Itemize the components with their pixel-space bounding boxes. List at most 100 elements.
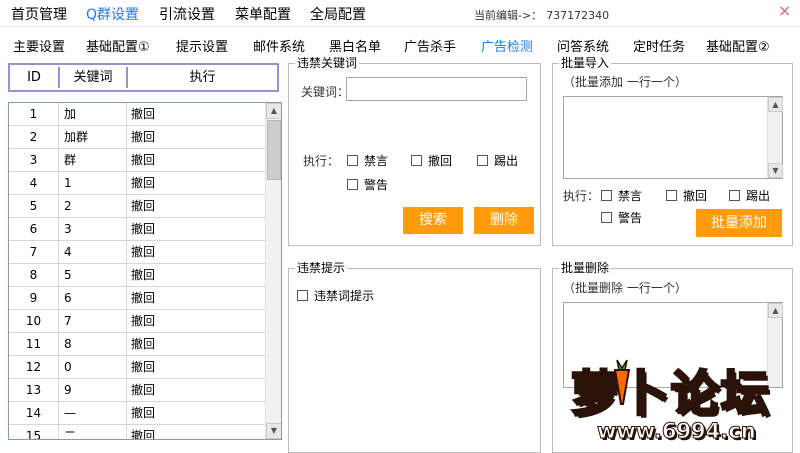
top-menu-menu-config[interactable]: 菜单配置 (235, 4, 291, 24)
row-action: 撤回 (131, 107, 156, 121)
row-action: 撤回 (131, 245, 156, 259)
keyword-action-label: 执行： (303, 154, 340, 168)
table-row[interactable]: 4 1 撤回 (9, 172, 266, 195)
keyword-group-title: 违禁关键词 (295, 56, 360, 70)
batch-checkbox-warn[interactable]: 警告 (601, 209, 642, 226)
row-id: 6 (9, 218, 59, 240)
table-row[interactable]: 8 5 撤回 (9, 264, 266, 287)
keyword-rows: 1 加撤回 2 加群 撤回 3 群撤回 4 1 撤回 5 2 撤回 6 3 撤回 7 4 撤回 8 5 撤回 9 6 撤回 10 7… (9, 103, 266, 439)
scroll-up-arrow-icon[interactable]: ▲ (768, 97, 783, 112)
list-scrollbar[interactable]: ▲ ▼ (265, 103, 281, 439)
tab-prompt-settings[interactable]: 提示设置 (176, 36, 228, 55)
current-editing-value: 737172340 (546, 9, 610, 22)
tab-ad-detection[interactable]: 广告检测 (481, 36, 533, 55)
top-menu-global-config[interactable]: 全局配置 (310, 4, 366, 24)
checkbox-recall[interactable]: 撤回 (411, 152, 452, 169)
carrot-icon (613, 359, 631, 405)
scroll-down-arrow-icon[interactable]: ▼ (266, 423, 281, 439)
checkbox-box (477, 155, 488, 166)
tab-mail-system[interactable]: 邮件系统 (253, 36, 305, 55)
top-menu-home[interactable]: 首页管理 (11, 4, 67, 24)
table-row[interactable]: 11 8 撤回 (9, 333, 266, 356)
keyword-list[interactable]: 1 加撤回 2 加群 撤回 3 群撤回 4 1 撤回 5 2 撤回 6 3 撤回 7 4 撤回 8 5 撤回 9 6 撤回 10 7… (8, 102, 282, 440)
table-row[interactable]: 15 二撤回 (9, 425, 266, 439)
table-row[interactable]: 10 7 撤回 (9, 310, 266, 333)
table-row[interactable]: 13 9 撤回 (9, 379, 266, 402)
batch-checkbox-recall-label: 撤回 (683, 189, 708, 203)
tab-black-white-list[interactable]: 黑白名单 (329, 36, 381, 55)
row-keyword: 加群 (59, 126, 127, 148)
table-row[interactable]: 14— 撤回 (9, 402, 266, 425)
scroll-up-arrow-icon[interactable]: ▲ (768, 303, 783, 318)
row-id: 9 (9, 287, 59, 309)
batch-checkbox-kick[interactable]: 踢出 (729, 187, 770, 204)
top-menu-bar: 首页管理 Q群设置 引流设置 菜单配置 全局配置 当前编辑->： 73717234… (0, 0, 800, 27)
search-button[interactable]: 搜索 (403, 207, 463, 234)
close-icon[interactable]: × (778, 1, 791, 20)
row-keyword: 4 (59, 241, 127, 263)
row-id: 5 (9, 195, 59, 217)
row-action: 撤回 (131, 314, 156, 328)
batch-import-textarea[interactable]: ▲ ▼ (563, 96, 783, 179)
tab-main-settings[interactable]: 主要设置 (13, 36, 65, 55)
scroll-thumb[interactable] (267, 120, 281, 180)
table-row[interactable]: 1 加撤回 (9, 103, 266, 126)
checkbox-warn[interactable]: 警告 (347, 176, 388, 193)
row-keyword: 加 (59, 103, 127, 125)
row-action: 撤回 (131, 406, 156, 420)
top-menu-traffic-settings[interactable]: 引流设置 (159, 4, 215, 24)
checkbox-box (601, 190, 612, 201)
tab-basic-config-2[interactable]: 基础配置② (706, 36, 770, 55)
checkbox-box (347, 179, 358, 190)
checkbox-mute[interactable]: 禁言 (347, 152, 388, 169)
table-row[interactable]: 7 4 撤回 (9, 241, 266, 264)
tab-ad-killer[interactable]: 广告杀手 (404, 36, 456, 55)
row-id: 14 (9, 402, 59, 424)
keyword-group: 违禁关键词 关键词： 执行： 禁言 撤回 踢出 警告 搜索 删除 (288, 56, 541, 246)
row-id: 10 (9, 310, 59, 332)
sub-tab-bar: 主要设置 基础配置① 提示设置 邮件系统 黑白名单 广告杀手 广告检测 问答系统… (0, 29, 800, 57)
list-header: ID 关键词 执行 (8, 63, 279, 92)
table-row[interactable]: 9 6 撤回 (9, 287, 266, 310)
row-action: 撤回 (131, 130, 156, 144)
top-menu-group-settings[interactable]: Q群设置 (86, 4, 139, 24)
checkbox-kick[interactable]: 踢出 (477, 152, 518, 169)
row-id: 13 (9, 379, 59, 401)
row-keyword: 1 (59, 172, 127, 194)
watermark-url: www.6994.cn (597, 419, 757, 444)
current-editing-label: 当前编辑->： (474, 9, 543, 22)
row-action: 撤回 (131, 383, 156, 397)
batch-delete-hint: （批量删除 一行一个） (563, 281, 687, 295)
delete-button[interactable]: 删除 (474, 207, 534, 234)
row-id: 8 (9, 264, 59, 286)
keyword-label: 关键词： (301, 85, 350, 99)
table-row[interactable]: 6 3 撤回 (9, 218, 266, 241)
header-action[interactable]: 执行 (128, 65, 277, 90)
table-row[interactable]: 2 加群 撤回 (9, 126, 266, 149)
batch-import-scrollbar[interactable]: ▲ ▼ (767, 97, 783, 178)
batch-checkbox-warn-label: 警告 (618, 211, 643, 225)
tab-scheduled-tasks[interactable]: 定时任务 (633, 36, 685, 55)
scroll-down-arrow-icon[interactable]: ▼ (768, 163, 783, 178)
header-id[interactable]: ID (10, 65, 58, 90)
row-id: 4 (9, 172, 59, 194)
table-row[interactable]: 5 2 撤回 (9, 195, 266, 218)
scroll-up-arrow-icon[interactable]: ▲ (266, 103, 281, 119)
tab-basic-config-1[interactable]: 基础配置① (86, 36, 150, 55)
batch-checkbox-mute[interactable]: 禁言 (601, 187, 642, 204)
keyword-input[interactable] (346, 77, 527, 101)
row-id: 3 (9, 149, 59, 171)
watermark-logo: 萝卜论坛 www.6994.cn (553, 348, 800, 453)
tab-qa-system[interactable]: 问答系统 (557, 36, 609, 55)
table-row[interactable]: 12 0 撤回 (9, 356, 266, 379)
checkbox-box (297, 290, 308, 301)
banned-word-prompt-checkbox[interactable]: 违禁词提示 (297, 287, 374, 304)
row-keyword: — (59, 402, 127, 424)
batch-add-button[interactable]: 批量添加 (696, 209, 782, 237)
row-id: 2 (9, 126, 59, 148)
table-row[interactable]: 3 群撤回 (9, 149, 266, 172)
row-id: 12 (9, 356, 59, 378)
row-keyword: 9 (59, 379, 127, 401)
header-keyword[interactable]: 关键词 (60, 65, 126, 90)
batch-checkbox-recall[interactable]: 撤回 (666, 187, 707, 204)
